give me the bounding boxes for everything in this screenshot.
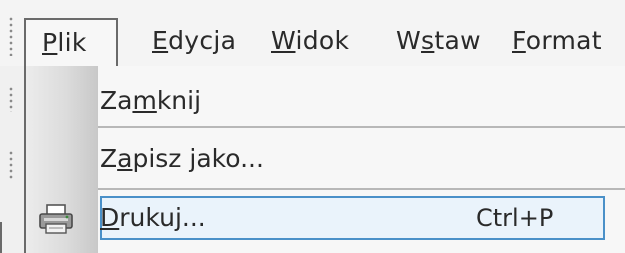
menu-item-drukuj-accelerator: D xyxy=(100,203,120,232)
menu-separator xyxy=(98,126,625,128)
toolbar-edge xyxy=(0,222,2,253)
printer-icon xyxy=(39,204,73,234)
toolbar-grip-handle-2[interactable] xyxy=(8,86,14,112)
menu-item-drukuj-label: rukuj... xyxy=(119,203,206,232)
menu-wstaw-accelerator: s xyxy=(421,26,435,55)
menu-format[interactable]: Format xyxy=(512,18,602,66)
toolbar-grip-handle[interactable] xyxy=(8,16,14,56)
menu-item-zamknij-accelerator: m xyxy=(132,86,157,115)
menu-item-zapisz-jako-label-pre: Z xyxy=(100,144,118,173)
menu-bar: Plik Edycja Widok Wstaw Format xyxy=(0,0,625,66)
menu-format-label: ormat xyxy=(525,26,602,55)
menu-edycja-label: dycja xyxy=(168,26,237,55)
menu-widok-label: idok xyxy=(295,26,350,55)
menu-separator-2 xyxy=(98,188,625,190)
menu-wstaw-label: taw xyxy=(434,26,481,55)
menu-item-zapisz-jako[interactable]: Zapisz jako... xyxy=(100,134,264,184)
menu-item-zamknij-label: knij xyxy=(156,86,202,115)
menu-plik-label: lik xyxy=(57,28,87,57)
menu-item-zamknij[interactable]: Zamknij xyxy=(100,76,201,126)
menu-plik-accelerator: P xyxy=(42,28,58,57)
application-window: Plik Edycja Widok Wstaw Format Zamknij Z… xyxy=(0,0,625,253)
menu-wstaw-label-pre: W xyxy=(396,26,422,55)
toolbar-grip-handle-3[interactable] xyxy=(8,150,14,180)
menu-item-zapisz-jako-accelerator: a xyxy=(117,144,133,173)
menu-item-zamknij-label-pre: Za xyxy=(100,86,133,115)
menu-edycja-accelerator: E xyxy=(152,26,169,55)
menu-plik[interactable]: Plik xyxy=(24,18,118,66)
menu-format-accelerator: F xyxy=(512,26,526,55)
menu-widok[interactable]: Widok xyxy=(271,18,349,66)
menu-edycja[interactable]: Edycja xyxy=(152,18,236,66)
menu-item-drukuj[interactable]: Drukuj... xyxy=(100,193,206,243)
menu-item-zapisz-jako-label: pisz jako... xyxy=(132,144,264,173)
menu-widok-accelerator: W xyxy=(271,26,296,55)
menu-item-drukuj-shortcut: Ctrl+P xyxy=(476,204,554,232)
menu-wstaw[interactable]: Wstaw xyxy=(396,18,481,66)
